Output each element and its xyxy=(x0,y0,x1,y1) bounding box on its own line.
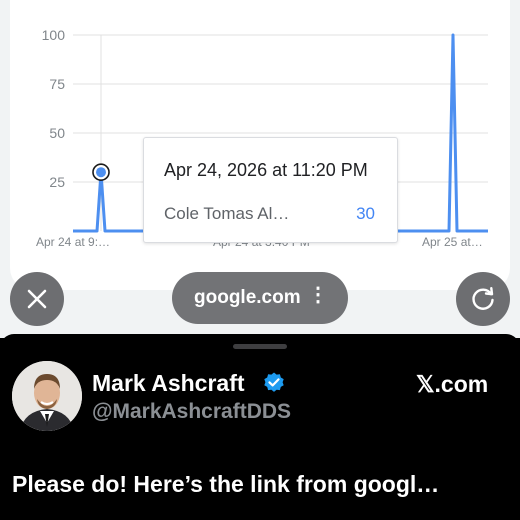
browser-area: 100755025 Apr 24 at 9:…Apr 24 at 3:40 PM… xyxy=(0,0,520,338)
display-name[interactable]: Mark Ashcraft xyxy=(92,370,245,397)
url-text: google.com xyxy=(194,287,301,308)
tweet-text: Please do! Here’s the link from googl… xyxy=(12,471,440,497)
avatar-photo xyxy=(12,361,82,431)
reload-button[interactable] xyxy=(456,272,510,326)
x-tick-label: Apr 25 at… xyxy=(422,235,483,249)
x-tick-label: Apr 24 at 9:… xyxy=(36,235,110,249)
highlight-point[interactable] xyxy=(96,167,106,178)
tooltip-series-name: Cole Tomas Al… xyxy=(164,204,290,223)
avatar[interactable] xyxy=(12,361,82,431)
close-button[interactable] xyxy=(10,272,64,326)
y-tick-label: 50 xyxy=(49,125,65,141)
reload-icon xyxy=(472,287,494,310)
x-source-logo: 𝕏.com xyxy=(416,371,489,397)
tweet-card[interactable]: Mark Ashcraft @MarkAshcraftDDS 𝕏.com Ple… xyxy=(0,334,520,520)
chart-tooltip: Apr 24, 2026 at 11:20 PM Cole Tomas Al… … xyxy=(143,137,398,243)
y-tick-label: 25 xyxy=(49,174,65,190)
y-tick-label: 75 xyxy=(49,76,65,92)
sheet-grabber[interactable] xyxy=(233,344,287,349)
close-icon xyxy=(27,289,47,309)
more-vertical-icon[interactable]: ⋮ xyxy=(308,285,328,305)
verified-badge-icon xyxy=(264,372,284,392)
y-tick-label: 100 xyxy=(42,27,66,43)
url-bar[interactable]: google.com ⋮ xyxy=(172,272,348,324)
user-handle[interactable]: @MarkAshcraftDDS xyxy=(92,400,291,424)
tooltip-date: Apr 24, 2026 at 11:20 PM xyxy=(164,160,368,180)
tooltip-series-value: 30 xyxy=(356,204,375,223)
